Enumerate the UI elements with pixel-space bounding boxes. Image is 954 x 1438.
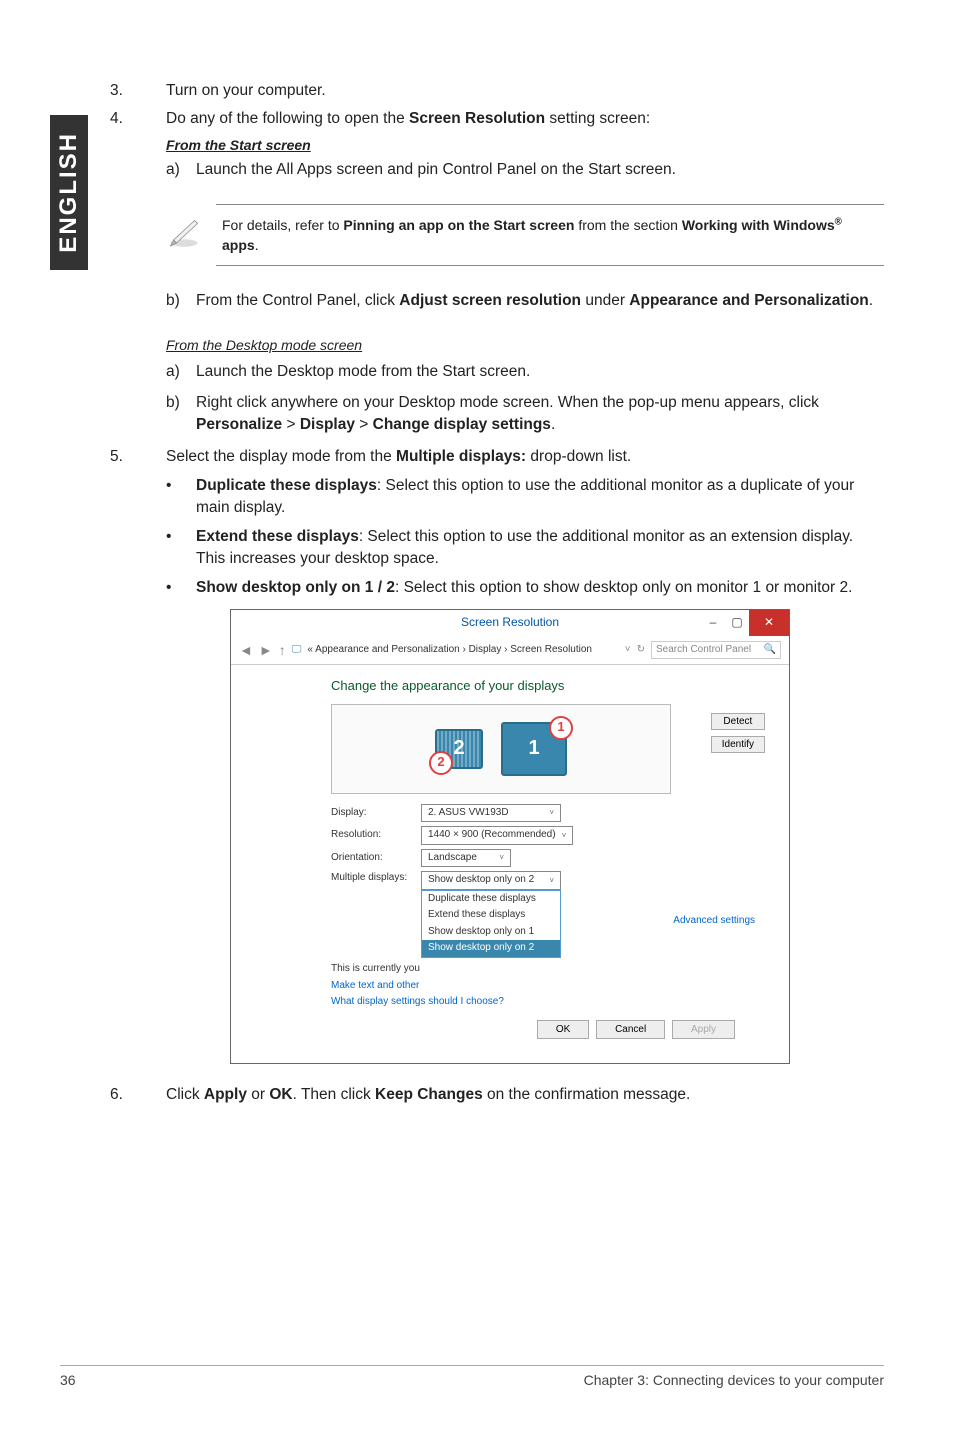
- identify-button[interactable]: Identify: [711, 736, 765, 753]
- option-extend[interactable]: Extend these displays: [422, 907, 560, 924]
- monitor-2[interactable]: 2 2: [435, 729, 483, 769]
- step-4db-text: Right click anywhere on your Desktop mod…: [196, 392, 884, 437]
- resolution-label: Resolution:: [331, 828, 421, 843]
- step-4a-text: Launch the All Apps screen and pin Contr…: [196, 159, 884, 181]
- note-sup: ®: [835, 216, 842, 227]
- search-icon: 🔍: [764, 643, 776, 658]
- step-4-intro-a: Do any of the following to open the: [166, 110, 409, 127]
- monitor-icon: 🖵: [292, 643, 302, 658]
- bullet-dot: •: [166, 577, 196, 599]
- up-icon[interactable]: ↑: [279, 640, 286, 660]
- orientation-label: Orientation:: [331, 851, 421, 866]
- callout-2: 2: [429, 751, 453, 775]
- screen-resolution-window: Screen Resolution – ▢ ✕ ◄ ► ↑ 🖵 « Appear…: [230, 609, 790, 1064]
- back-icon[interactable]: ◄: [239, 640, 253, 660]
- bullet-dot: •: [166, 475, 196, 520]
- from-desktop-heading: From the Desktop mode screen: [166, 335, 884, 355]
- chevron-down-icon: ˅: [499, 852, 504, 864]
- close-button[interactable]: ✕: [749, 610, 789, 635]
- chevron-down-icon: ˅: [549, 807, 554, 819]
- ok-button[interactable]: OK: [537, 1020, 589, 1039]
- language-tab: ENGLISH: [50, 115, 88, 270]
- note-a: For details, refer to: [222, 217, 343, 233]
- display-arrangement[interactable]: 2 2 1 1 Detect Identify: [331, 704, 671, 794]
- step-3-text: Turn on your computer.: [166, 80, 884, 102]
- what-settings-link[interactable]: What display settings should I choose?: [331, 995, 765, 1010]
- option-only-2[interactable]: Show desktop only on 2: [422, 940, 560, 957]
- display-label: Display:: [331, 806, 421, 821]
- apply-button[interactable]: Apply: [672, 1020, 735, 1039]
- window-title: Screen Resolution: [461, 615, 559, 629]
- note-bold1: Pinning an app on the Start screen: [343, 217, 574, 233]
- make-text-link[interactable]: Make text and other: [331, 979, 765, 994]
- refresh-icon[interactable]: ↻: [637, 643, 645, 658]
- orientation-dropdown[interactable]: Landscape˅: [421, 849, 511, 868]
- bullet-3: Show desktop only on 1 / 2: Select this …: [196, 577, 884, 599]
- step-4a-letter: a): [166, 159, 196, 181]
- note-bold2: Working with Windows: [682, 217, 835, 233]
- option-duplicate[interactable]: Duplicate these displays: [422, 891, 560, 908]
- bullet-1: Duplicate these displays: Select this op…: [196, 475, 884, 520]
- maximize-button[interactable]: ▢: [725, 610, 749, 635]
- nav-bar: ◄ ► ↑ 🖵 « Appearance and Personalization…: [231, 636, 789, 665]
- step-5-text: Select the display mode from the Multipl…: [166, 446, 884, 468]
- step-4b-text: From the Control Panel, click Adjust scr…: [196, 290, 884, 312]
- chevron-down-icon: ˅: [562, 830, 567, 842]
- breadcrumb[interactable]: « Appearance and Personalization › Displ…: [307, 643, 618, 658]
- chapter-title: Chapter 3: Connecting devices to your co…: [584, 1372, 884, 1388]
- dropdown-caret-icon[interactable]: ˅: [625, 643, 631, 658]
- multiple-displays-dropdown[interactable]: Show desktop only on 2˅: [421, 871, 561, 890]
- display-dropdown[interactable]: 2. ASUS VW193D˅: [421, 804, 561, 823]
- from-start-heading: From the Start screen: [166, 135, 884, 155]
- multiple-displays-label: Multiple displays:: [331, 871, 421, 886]
- resolution-dropdown[interactable]: 1440 × 900 (Recommended)˅: [421, 826, 573, 845]
- callout-1: 1: [549, 716, 573, 740]
- step-4-intro-b: setting screen:: [545, 110, 650, 127]
- page-number: 36: [60, 1372, 76, 1388]
- step-4b-letter: b): [166, 290, 196, 312]
- step-5-num: 5.: [110, 446, 166, 468]
- currently-text: This is currently you: [331, 963, 420, 974]
- note-bold3: apps: [222, 237, 255, 253]
- cancel-button[interactable]: Cancel: [596, 1020, 665, 1039]
- step-4db-letter: b): [166, 392, 196, 437]
- step-4da-letter: a): [166, 361, 196, 383]
- step-3-num: 3.: [110, 80, 166, 102]
- monitor-1[interactable]: 1 1: [501, 722, 567, 776]
- panel-heading: Change the appearance of your displays: [331, 677, 765, 696]
- search-input[interactable]: Search Control Panel🔍: [651, 641, 781, 660]
- minimize-button[interactable]: –: [701, 610, 725, 635]
- step-6-text: Click Apply or OK. Then click Keep Chang…: [166, 1084, 884, 1106]
- step-4da-text: Launch the Desktop mode from the Start s…: [196, 361, 884, 383]
- step-6-num: 6.: [110, 1084, 166, 1106]
- note-icon: [166, 213, 216, 256]
- chevron-down-icon: ˅: [549, 875, 554, 887]
- forward-icon[interactable]: ►: [259, 640, 273, 660]
- note-box: For details, refer to Pinning an app on …: [216, 204, 884, 267]
- advanced-settings-link[interactable]: Advanced settings: [673, 914, 765, 929]
- step-4-num: 4.: [110, 108, 166, 185]
- detect-button[interactable]: Detect: [711, 713, 765, 730]
- bullet-2: Extend these displays: Select this optio…: [196, 526, 884, 571]
- dropdown-options: Duplicate these displays Extend these di…: [421, 890, 561, 958]
- note-b: from the section: [574, 217, 681, 233]
- note-c: .: [255, 237, 259, 253]
- bullet-dot: •: [166, 526, 196, 571]
- window-titlebar: Screen Resolution – ▢ ✕: [231, 610, 789, 635]
- step-4-intro-bold: Screen Resolution: [409, 110, 545, 127]
- language-label: ENGLISH: [55, 132, 83, 253]
- option-only-1[interactable]: Show desktop only on 1: [422, 924, 560, 941]
